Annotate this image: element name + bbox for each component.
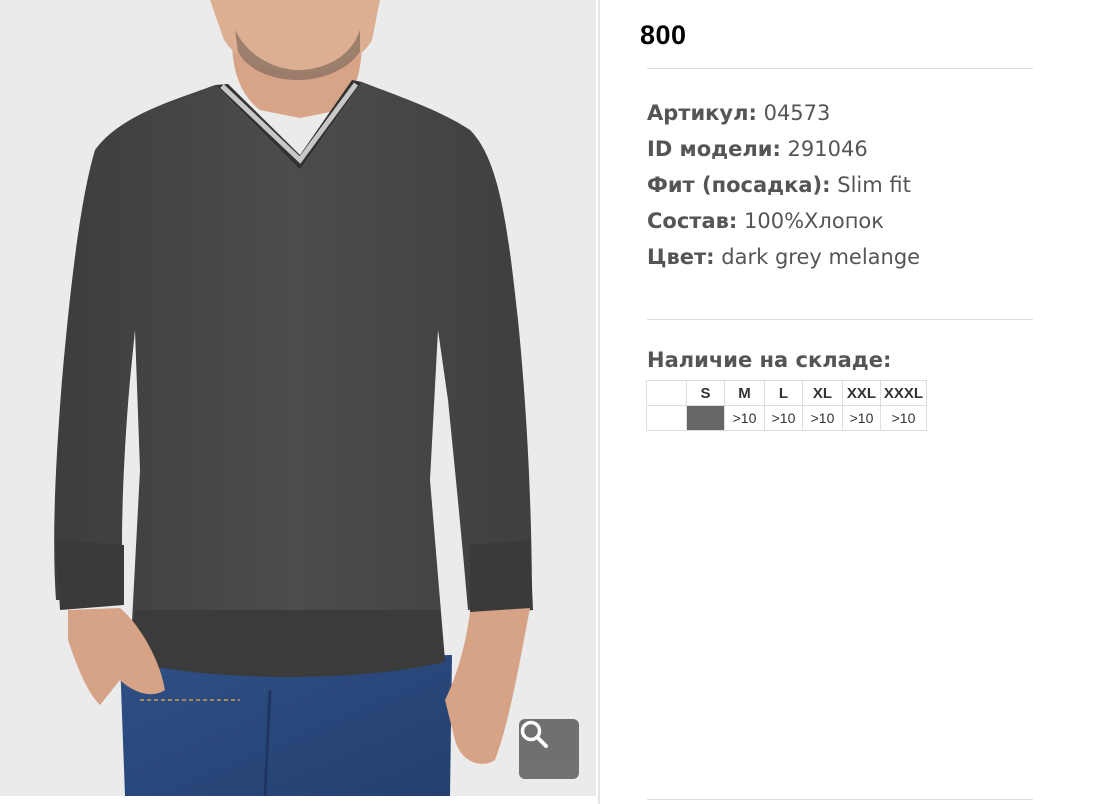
spec-article: Артикул: 04573 (647, 101, 831, 125)
stock-corner-cell (646, 380, 687, 406)
size-s[interactable]: S (686, 380, 725, 406)
stock-size-row: S M L XL XXL XXXL (646, 380, 927, 406)
size-xxl[interactable]: XXL (842, 380, 881, 406)
qty-xl: >10 (802, 405, 843, 431)
stock-table: S M L XL XXL XXXL >10 >10 >10 >10 >10 (646, 380, 927, 431)
product-price: 800 (640, 20, 687, 50)
sweater (54, 82, 532, 675)
size-l[interactable]: L (764, 380, 803, 406)
divider (647, 799, 1033, 800)
spec-fit: Фит (посадка): Slim fit (647, 173, 911, 197)
right-hand (445, 608, 530, 764)
size-xxxl[interactable]: XXXL (880, 380, 927, 406)
magnifier-icon (520, 720, 548, 748)
qty-m: >10 (724, 405, 765, 431)
qty-xxxl: >10 (880, 405, 927, 431)
divider (647, 68, 1033, 69)
zoom-button[interactable] (519, 719, 579, 779)
product-specs: Артикул: 04573 ID модели: 291046 Фит (по… (647, 98, 920, 278)
stock-row-label-cell (646, 405, 687, 431)
spec-composition: Состав: 100%Хлопок (647, 209, 884, 233)
panel-divider (598, 0, 600, 804)
size-m[interactable]: M (724, 380, 765, 406)
size-xl[interactable]: XL (802, 380, 843, 406)
sweater-model-illustration (54, 0, 533, 796)
spec-model-id: ID модели: 291046 (647, 137, 868, 161)
qty-s-unavailable (686, 405, 725, 431)
stock-quantity-row: >10 >10 >10 >10 >10 (646, 405, 927, 431)
stock-heading: Наличие на складе: (647, 348, 892, 372)
spec-color: Цвет: dark grey melange (647, 245, 921, 269)
product-photo[interactable] (0, 0, 596, 796)
divider (647, 319, 1033, 320)
qty-xxl: >10 (842, 405, 881, 431)
qty-l: >10 (764, 405, 803, 431)
